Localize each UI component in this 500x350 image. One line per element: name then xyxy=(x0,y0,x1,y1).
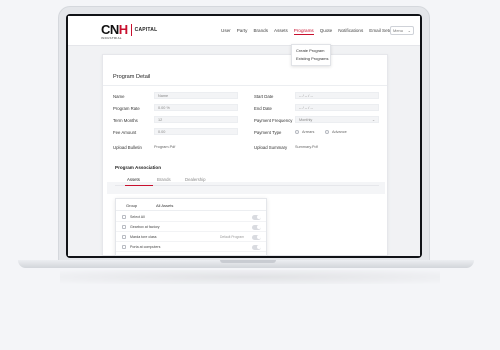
program-rate-label: Program Rate xyxy=(113,106,140,111)
default-program-tag: Default Program xyxy=(220,235,245,239)
logo-mark: CNH xyxy=(101,22,128,37)
nav-item-quote[interactable]: Quote xyxy=(320,28,333,35)
end-date-label: End Date xyxy=(254,106,272,111)
user-menu-value: Menu xyxy=(393,28,404,33)
radio-arrears[interactable] xyxy=(295,130,299,134)
list-item[interactable]: Gearbox at factory xyxy=(116,222,266,232)
page-title: Program Detail xyxy=(113,74,151,80)
logo-subtitle: INDUSTRIAL xyxy=(101,36,122,40)
nav-item-assets[interactable]: Assets xyxy=(274,28,288,35)
nav-item-brands[interactable]: Brands xyxy=(253,28,268,35)
checkbox[interactable] xyxy=(122,225,126,229)
programs-dropdown-menu: Create Program Existing Programs xyxy=(291,44,331,66)
chevron-down-icon: ⌄ xyxy=(371,118,375,122)
asset-name: Marda tore class xyxy=(130,235,157,239)
upload-bulletin-file[interactable]: Program.Pdf xyxy=(154,145,175,149)
term-months-label: Term Months xyxy=(113,118,138,123)
program-rate-field[interactable]: 0.00 % xyxy=(154,104,238,111)
list-item[interactable]: Marda tore class Default Program xyxy=(116,232,266,242)
menu-item-create-program[interactable]: Create Program xyxy=(292,45,330,53)
radio-arrears-label: Arrears xyxy=(302,130,315,134)
assets-panel-header: Group All Assets xyxy=(116,199,266,211)
nav-item-user[interactable]: User xyxy=(221,28,231,35)
asset-name: Porta at computers xyxy=(130,245,161,249)
toggle-switch[interactable] xyxy=(252,244,261,250)
start-date-label: Start Date xyxy=(254,94,274,99)
title-divider xyxy=(103,85,387,86)
upload-summary-label: Upload Summary xyxy=(254,145,288,150)
tab-brands[interactable]: Brands xyxy=(157,177,171,182)
start-date-field[interactable]: -- / -- / -- xyxy=(295,92,379,99)
end-date-field[interactable]: -- / -- / -- xyxy=(295,104,379,111)
program-association-title: Program Association xyxy=(115,165,162,170)
chevron-down-icon: ⌄ xyxy=(407,28,411,33)
group-label: Group xyxy=(126,203,138,208)
top-navigation-bar: CNH INDUSTRIAL CAPITAL User Party Brands… xyxy=(68,16,420,46)
toggle-switch[interactable] xyxy=(252,214,261,220)
toggle-switch[interactable] xyxy=(252,234,261,240)
user-menu-select[interactable]: Menu ⌄ xyxy=(390,26,414,35)
nav-item-notifications[interactable]: Notifications xyxy=(338,28,363,35)
list-item[interactable]: Select All xyxy=(116,212,266,222)
nav-item-party[interactable]: Party xyxy=(237,28,248,35)
laptop-screen-bezel: CNH INDUSTRIAL CAPITAL User Party Brands… xyxy=(66,14,422,258)
active-tab-indicator xyxy=(125,185,153,186)
name-field[interactable]: Name xyxy=(154,92,238,99)
radio-advance[interactable] xyxy=(325,130,329,134)
group-value[interactable]: All Assets xyxy=(156,203,173,208)
payment-frequency-value: Monthly xyxy=(299,118,313,122)
logo-capital: CAPITAL xyxy=(134,27,158,33)
menu-item-existing-programs[interactable]: Existing Programs xyxy=(292,53,330,61)
logo-divider xyxy=(130,24,132,36)
toggle-switch[interactable] xyxy=(252,224,261,230)
checkbox[interactable] xyxy=(122,245,126,249)
app-screen: CNH INDUSTRIAL CAPITAL User Party Brands… xyxy=(68,16,420,256)
fee-amount-field[interactable]: 0.00 xyxy=(154,128,238,135)
asset-name: Gearbox at factory xyxy=(130,225,160,229)
checkbox[interactable] xyxy=(122,235,126,239)
payment-type-label: Payment Type xyxy=(254,130,282,135)
program-detail-card: Program Detail Name Name Program Rate 0.… xyxy=(102,54,388,256)
list-item[interactable]: Porta at computers xyxy=(116,242,266,252)
term-months-field[interactable]: 12 xyxy=(154,116,238,123)
laptop-shadow xyxy=(60,270,440,284)
tab-assets[interactable]: Assets xyxy=(127,177,140,182)
assets-panel: Group All Assets Select All Gearbox at f… xyxy=(115,198,267,256)
fee-amount-label: Fee Amount xyxy=(113,130,137,135)
upload-bulletin-label: Upload Bulletin xyxy=(113,145,142,150)
checkbox[interactable] xyxy=(122,215,126,219)
main-nav: User Party Brands Assets Programs Quote … xyxy=(221,28,400,35)
payment-frequency-select[interactable]: Monthly ⌄ xyxy=(295,116,379,123)
association-tabs: Assets Brands Dealership xyxy=(115,174,379,186)
tab-dealership[interactable]: Dealership xyxy=(185,177,206,182)
radio-advance-label: Advance xyxy=(332,130,347,134)
laptop-base-notch xyxy=(220,260,276,263)
upload-summary-file[interactable]: Summary.Pdf xyxy=(295,145,318,149)
brand-logo[interactable]: CNH INDUSTRIAL CAPITAL xyxy=(101,22,158,40)
nav-item-programs[interactable]: Programs xyxy=(293,28,314,35)
asset-name: Select All xyxy=(130,215,145,219)
payment-frequency-label: Payment Frequency xyxy=(254,118,293,123)
name-label: Name xyxy=(113,94,125,99)
